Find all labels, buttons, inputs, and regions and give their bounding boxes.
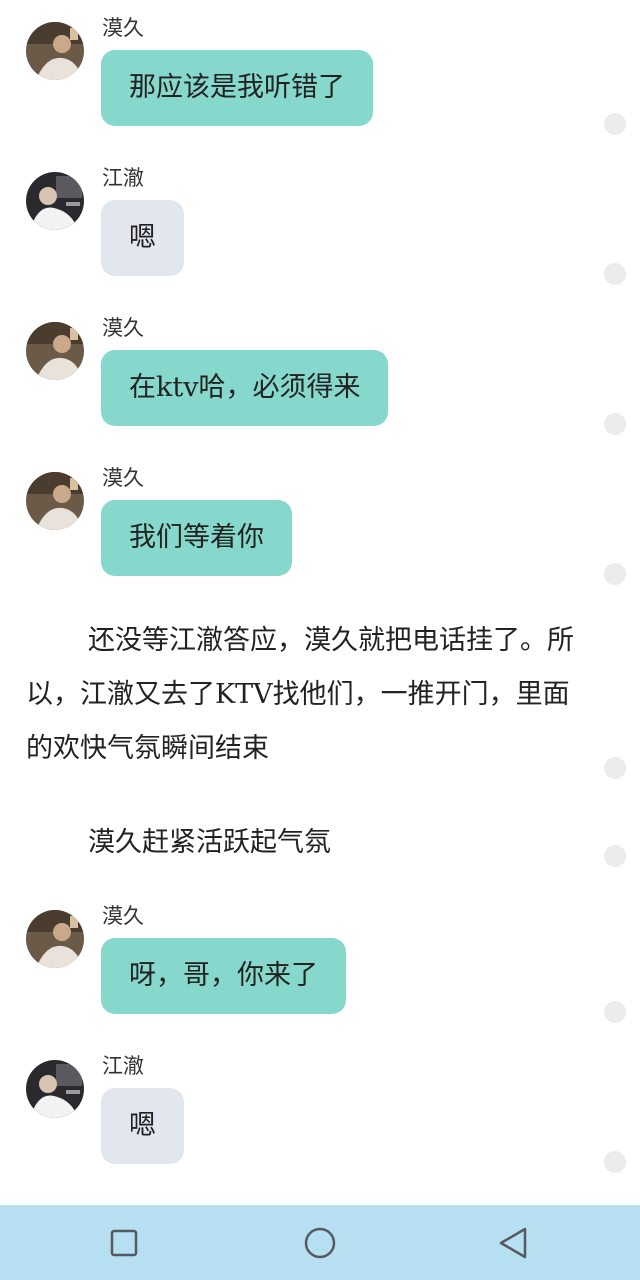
circle-home-icon[interactable] (296, 1219, 344, 1267)
avatar-jiangche[interactable] (26, 172, 84, 230)
narration-text: 漠久赶紧活跃起气氛 (88, 827, 331, 858)
status-dot (604, 113, 626, 135)
narration-paragraph: 还没等江澈答应，漠久就把电话挂了。所以，江澈又去了KTV找他们，一推开门，里面的… (26, 614, 586, 776)
sender-name: 江澈 (102, 166, 144, 190)
message-bubble[interactable]: 我们等着你 (101, 500, 292, 576)
chat-content: 漠久 那应该是我听错了 江澈 嗯 漠久 在ktv哈，必须得来 漠久 我们等着你 … (0, 0, 640, 1205)
avatar-mojiu[interactable] (26, 322, 84, 380)
system-navigation-bar (0, 1205, 640, 1280)
status-dot (604, 1001, 626, 1023)
narration-paragraph: 漠久赶紧活跃起气氛 (26, 816, 586, 870)
narration-text: 还没等江澈答应，漠久就把电话挂了。所以，江澈又去了KTV找他们，一推开门，里面的… (26, 625, 574, 764)
status-dot (604, 563, 626, 585)
sender-name: 江澈 (102, 1054, 144, 1078)
sender-name: 漠久 (102, 16, 144, 40)
sender-name: 漠久 (102, 466, 144, 490)
status-dot (604, 263, 626, 285)
triangle-back-icon[interactable] (490, 1219, 538, 1267)
message-bubble[interactable]: 那应该是我听错了 (101, 50, 373, 126)
square-recents-icon[interactable] (100, 1219, 148, 1267)
message-bubble[interactable]: 在ktv哈，必须得来 (101, 350, 389, 426)
message-bubble[interactable]: 嗯 (101, 200, 184, 276)
status-dot (604, 757, 626, 779)
sender-name: 漠久 (102, 904, 144, 928)
status-dot (604, 845, 626, 867)
message-bubble[interactable]: 呀，哥，你来了 (101, 938, 346, 1014)
status-dot (604, 1151, 626, 1173)
avatar-mojiu[interactable] (26, 910, 84, 968)
avatar-mojiu[interactable] (26, 472, 84, 530)
avatar-mojiu[interactable] (26, 22, 84, 80)
avatar-jiangche[interactable] (26, 1060, 84, 1118)
sender-name: 漠久 (102, 316, 144, 340)
message-bubble[interactable]: 嗯 (101, 1088, 184, 1164)
status-dot (604, 413, 626, 435)
